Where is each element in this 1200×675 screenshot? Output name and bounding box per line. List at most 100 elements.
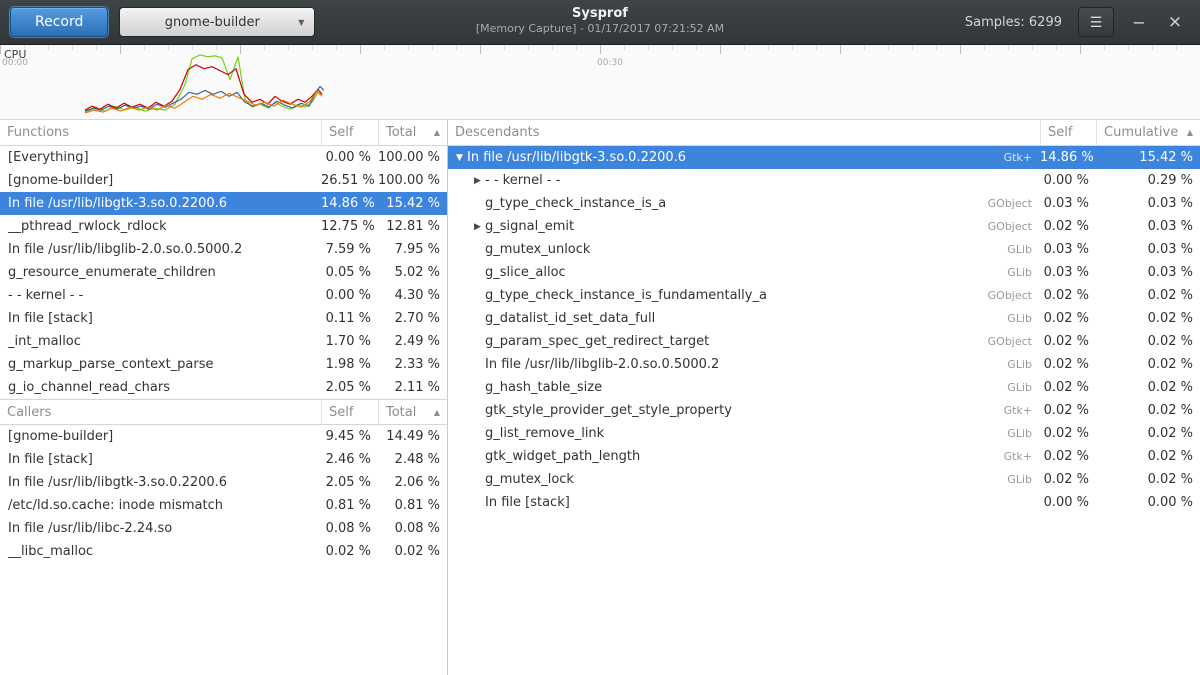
cell-self: 14.86 % bbox=[1040, 150, 1096, 165]
main-content: Functions Self Total ▲ [Everything]0.00 … bbox=[0, 120, 1200, 675]
table-row[interactable]: /etc/ld.so.cache: inode mismatch0.81 %0.… bbox=[0, 494, 447, 517]
cell-self: 0.81 % bbox=[321, 498, 378, 513]
library-badge: GObject bbox=[988, 220, 1040, 233]
column-header-functions[interactable]: Functions bbox=[0, 120, 321, 145]
cell-self: 0.02 % bbox=[321, 544, 378, 559]
table-row[interactable]: g_type_check_instance_is_aGObject0.03 %0… bbox=[448, 192, 1200, 215]
table-row[interactable]: In file [stack]2.46 %2.48 % bbox=[0, 448, 447, 471]
table-row[interactable]: gtk_widget_path_lengthGtk+0.02 %0.02 % bbox=[448, 445, 1200, 468]
table-row[interactable]: In file /usr/lib/libglib-2.0.so.0.5000.2… bbox=[0, 238, 447, 261]
cell-function-name: g_resource_enumerate_children bbox=[0, 265, 321, 280]
close-button[interactable]: × bbox=[1164, 12, 1186, 32]
minimize-button[interactable]: − bbox=[1128, 13, 1150, 32]
column-header-total-label: Total bbox=[386, 125, 416, 140]
cell-tree-name: g_mutex_lockGLib bbox=[448, 472, 1040, 487]
cell-tree-name: In file /usr/lib/libglib-2.0.so.0.5000.2… bbox=[448, 357, 1040, 372]
cell-function-name: In file /usr/lib/libgtk-3.so.0.2200.6 bbox=[0, 475, 321, 490]
hamburger-menu-button[interactable]: ☰ bbox=[1078, 7, 1114, 37]
expander-collapsed-icon[interactable]: ▶ bbox=[470, 222, 485, 232]
table-row[interactable]: __pthread_rwlock_rdlock12.75 %12.81 % bbox=[0, 215, 447, 238]
table-row[interactable]: In file /usr/lib/libc-2.24.so0.08 %0.08 … bbox=[0, 517, 447, 540]
cpu-graph-area[interactable]: CPU 00:00 00:30 bbox=[0, 45, 1200, 120]
table-row[interactable]: g_hash_table_sizeGLib0.02 %0.02 % bbox=[448, 376, 1200, 399]
expander-collapsed-icon[interactable]: ▶ bbox=[470, 176, 485, 186]
cell-total: 100.00 % bbox=[378, 173, 447, 188]
cell-self: 1.98 % bbox=[321, 357, 378, 372]
cpu-series-red bbox=[85, 65, 322, 110]
library-badge: GObject bbox=[988, 289, 1040, 302]
cell-function-name: gtk_widget_path_length bbox=[485, 449, 640, 464]
cell-function-name: gtk_style_provider_get_style_property bbox=[485, 403, 732, 418]
column-header-total[interactable]: Total ▲ bbox=[378, 400, 447, 424]
hamburger-icon: ☰ bbox=[1090, 14, 1103, 31]
cell-function-name: In file [stack] bbox=[0, 311, 321, 326]
table-row[interactable]: g_io_channel_read_chars2.05 %2.11 % bbox=[0, 376, 447, 399]
cell-self: 0.00 % bbox=[1040, 495, 1096, 510]
cpu-series-blue bbox=[85, 86, 324, 111]
column-header-callers[interactable]: Callers bbox=[0, 400, 321, 424]
record-button[interactable]: Record bbox=[10, 7, 108, 37]
column-header-self[interactable]: Self bbox=[1040, 120, 1096, 145]
table-row[interactable]: g_type_check_instance_is_fundamentally_a… bbox=[448, 284, 1200, 307]
library-badge: GLib bbox=[1007, 381, 1040, 394]
functions-table-header: Functions Self Total ▲ bbox=[0, 120, 447, 146]
expander-expanded-icon[interactable]: ▼ bbox=[452, 153, 467, 163]
table-row[interactable]: g_markup_parse_context_parse1.98 %2.33 % bbox=[0, 353, 447, 376]
table-row[interactable]: g_mutex_unlockGLib0.03 %0.03 % bbox=[448, 238, 1200, 261]
cell-function-name: g_list_remove_link bbox=[485, 426, 604, 441]
cell-function-name: In file /usr/lib/libgtk-3.so.0.2200.6 bbox=[467, 150, 686, 165]
column-header-cumulative-label: Cumulative bbox=[1104, 125, 1178, 140]
table-row[interactable]: g_list_remove_linkGLib0.02 %0.02 % bbox=[448, 422, 1200, 445]
library-badge: GLib bbox=[1007, 312, 1040, 325]
cell-function-name: g_io_channel_read_chars bbox=[0, 380, 321, 395]
library-badge: Gtk+ bbox=[1004, 450, 1040, 463]
cell-tree-name: gtk_widget_path_length Gtk+ bbox=[448, 449, 1040, 464]
process-selector[interactable]: gnome-builder ▼ bbox=[119, 7, 315, 37]
cell-self: 12.75 % bbox=[321, 219, 378, 234]
table-row[interactable]: - - kernel - -0.00 %4.30 % bbox=[0, 284, 447, 307]
cell-self: 0.02 % bbox=[1040, 288, 1096, 303]
cell-tree-name: g_datalist_id_set_data_fullGLib bbox=[448, 311, 1040, 326]
table-row[interactable]: In file /usr/lib/libglib-2.0.so.0.5000.2… bbox=[448, 353, 1200, 376]
cell-function-name: g_param_spec_get_redirect_target bbox=[485, 334, 709, 349]
table-row[interactable]: g_param_spec_get_redirect_targetGObject0… bbox=[448, 330, 1200, 353]
cpu-series-orange bbox=[85, 91, 322, 113]
table-row[interactable]: g_resource_enumerate_children0.05 %5.02 … bbox=[0, 261, 447, 284]
callers-table: [gnome-builder]9.45 %14.49 %In file [sta… bbox=[0, 425, 447, 563]
table-row[interactable]: _int_malloc1.70 %2.49 % bbox=[0, 330, 447, 353]
column-header-self[interactable]: Self bbox=[321, 120, 378, 145]
table-row[interactable]: ▶g_signal_emitGObject0.02 %0.03 % bbox=[448, 215, 1200, 238]
table-row[interactable]: [gnome-builder]26.51 %100.00 % bbox=[0, 169, 447, 192]
table-row[interactable]: ▶- - kernel - -0.00 %0.29 % bbox=[448, 169, 1200, 192]
column-header-self[interactable]: Self bbox=[321, 400, 378, 424]
samples-count: Samples: 6299 bbox=[965, 15, 1062, 30]
column-header-cumulative[interactable]: Cumulative ▲ bbox=[1096, 120, 1200, 145]
cell-total: 2.49 % bbox=[378, 334, 447, 349]
table-row[interactable]: [Everything]0.00 %100.00 % bbox=[0, 146, 447, 169]
cell-function-name: [gnome-builder] bbox=[0, 429, 321, 444]
table-row[interactable]: g_mutex_lockGLib0.02 %0.02 % bbox=[448, 468, 1200, 491]
column-header-descendants[interactable]: Descendants bbox=[448, 120, 1040, 145]
time-label-start: 00:00 bbox=[2, 58, 28, 68]
table-row[interactable]: In file [stack]0.00 %0.00 % bbox=[448, 491, 1200, 514]
cell-tree-name: In file [stack] bbox=[448, 495, 1040, 510]
cell-cumulative: 0.03 % bbox=[1096, 196, 1200, 211]
table-row[interactable]: In file [stack]0.11 %2.70 % bbox=[0, 307, 447, 330]
cell-tree-name: g_slice_allocGLib bbox=[448, 265, 1040, 280]
library-badge: GLib bbox=[1007, 473, 1040, 486]
table-row[interactable]: g_datalist_id_set_data_fullGLib0.02 %0.0… bbox=[448, 307, 1200, 330]
cell-tree-name: g_type_check_instance_is_aGObject bbox=[448, 196, 1040, 211]
table-row[interactable]: ▼In file /usr/lib/libgtk-3.so.0.2200.6Gt… bbox=[448, 146, 1200, 169]
table-row[interactable]: In file /usr/lib/libgtk-3.so.0.2200.62.0… bbox=[0, 471, 447, 494]
column-header-total-label: Total bbox=[386, 405, 416, 420]
cell-total: 2.70 % bbox=[378, 311, 447, 326]
cell-cumulative: 0.02 % bbox=[1096, 472, 1200, 487]
table-row[interactable]: __libc_malloc0.02 %0.02 % bbox=[0, 540, 447, 563]
table-row[interactable]: In file /usr/lib/libgtk-3.so.0.2200.614.… bbox=[0, 192, 447, 215]
window-subtitle: [Memory Capture] - 01/17/2017 07:21:52 A… bbox=[476, 22, 724, 36]
table-row[interactable]: gtk_style_provider_get_style_propertyGtk… bbox=[448, 399, 1200, 422]
table-row[interactable]: [gnome-builder]9.45 %14.49 % bbox=[0, 425, 447, 448]
cell-function-name: [Everything] bbox=[0, 150, 321, 165]
column-header-total[interactable]: Total ▲ bbox=[378, 120, 447, 145]
table-row[interactable]: g_slice_allocGLib0.03 %0.03 % bbox=[448, 261, 1200, 284]
